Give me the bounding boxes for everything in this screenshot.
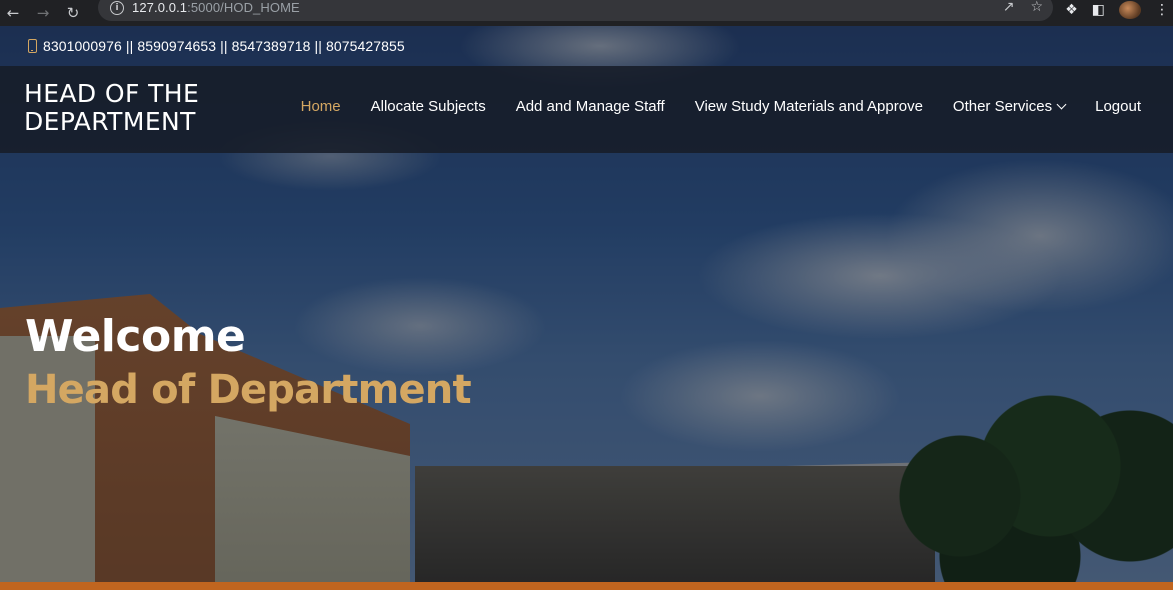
hero-heading: Welcome Head of Department xyxy=(25,311,472,418)
puzzle-icon[interactable]: ❖ xyxy=(1065,2,1078,18)
brand-logo[interactable]: HEAD OF THE DEPARTMENT xyxy=(24,80,199,136)
browser-toolbar: ← → ↻ i 127.0.0.1:5000/HOD_HOME ↗ ☆ ❖ ◧ … xyxy=(0,0,1173,26)
address-bar[interactable]: i 127.0.0.1:5000/HOD_HOME ↗ ☆ xyxy=(98,0,1053,21)
page: 8301000976 || 8590974653 || 8547389718 |… xyxy=(0,26,1173,590)
bottom-accent-bar xyxy=(0,582,1173,590)
brand-line-2: DEPARTMENT xyxy=(24,107,196,136)
kebab-menu-icon[interactable]: ⋮ xyxy=(1155,2,1169,18)
nav-allocate-subjects[interactable]: Allocate Subjects xyxy=(371,98,486,115)
url-text[interactable]: 127.0.0.1:5000/HOD_HOME xyxy=(132,0,300,15)
hero-welcome: Welcome xyxy=(25,311,246,362)
nav-other-services-label: Other Services xyxy=(952,98,1053,115)
contact-topbar: 8301000976 || 8590974653 || 8547389718 |… xyxy=(0,26,1173,66)
navbar: HEAD OF THE DEPARTMENT Home Allocate Sub… xyxy=(0,66,1173,153)
nav-menu: Home Allocate Subjects Add and Manage St… xyxy=(301,98,1141,115)
nav-add-manage-staff[interactable]: Add and Manage Staff xyxy=(516,98,665,115)
nav-home[interactable]: Home xyxy=(301,98,341,115)
brand-line-1: HEAD OF THE xyxy=(24,79,200,108)
star-icon[interactable]: ☆ xyxy=(1030,0,1043,15)
share-icon[interactable]: ↗ xyxy=(1003,0,1015,15)
phone-numbers: 8301000976 || 8590974653 || 8547389718 |… xyxy=(43,38,405,54)
reload-icon[interactable]: ↻ xyxy=(62,3,84,23)
nav-view-study-materials[interactable]: View Study Materials and Approve xyxy=(695,98,923,115)
chevron-down-icon xyxy=(1056,99,1067,110)
forward-arrow-icon[interactable]: → xyxy=(32,3,54,23)
url-path: :5000/HOD_HOME xyxy=(187,0,300,15)
sidepanel-icon[interactable]: ◧ xyxy=(1092,2,1105,18)
back-arrow-icon[interactable]: ← xyxy=(2,3,24,23)
nav-other-services[interactable]: Other Services xyxy=(952,98,1067,115)
hero-role: Head of Department xyxy=(25,367,472,413)
avatar[interactable] xyxy=(1119,1,1141,19)
nav-logout[interactable]: Logout xyxy=(1095,98,1141,115)
phone-icon xyxy=(28,39,37,53)
info-icon[interactable]: i xyxy=(110,0,124,15)
url-host: 127.0.0.1 xyxy=(132,0,188,15)
